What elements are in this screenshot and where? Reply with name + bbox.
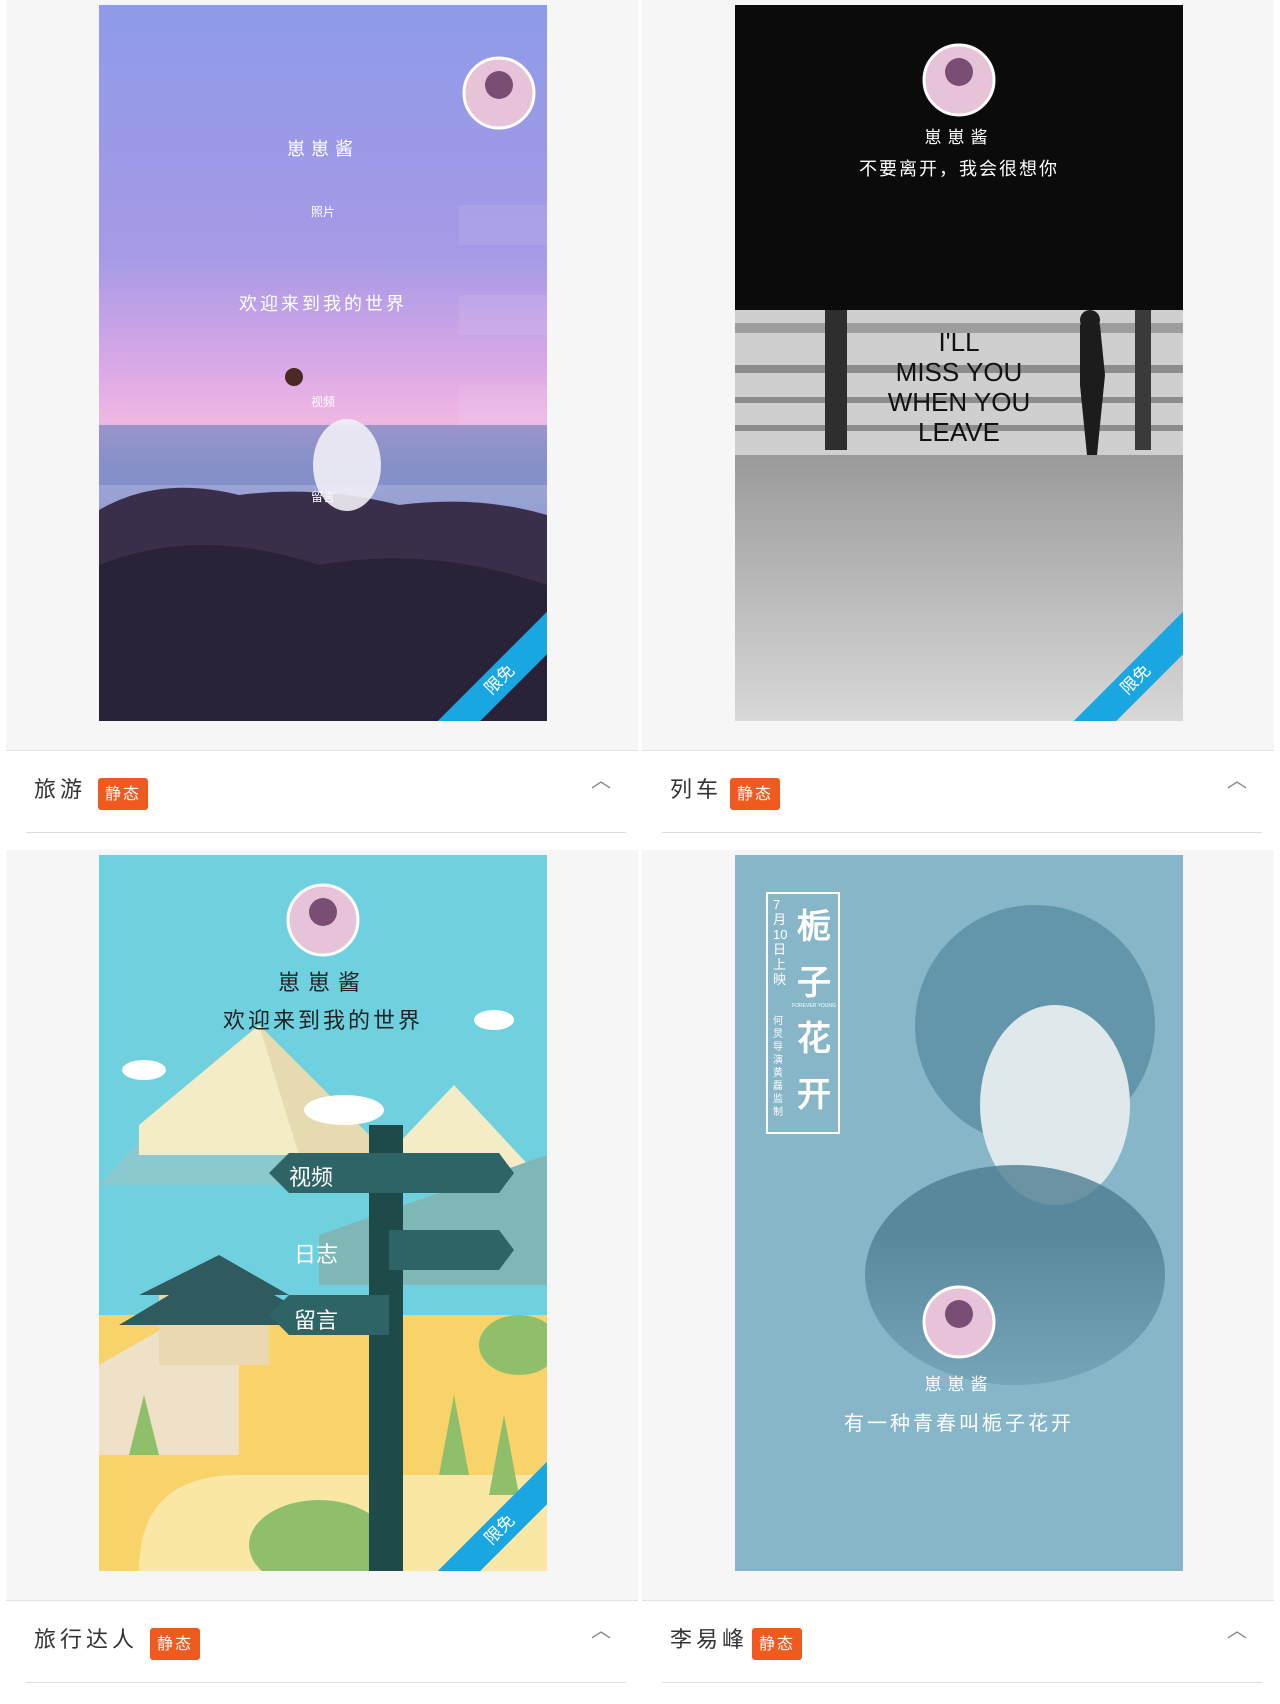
- theme-name: 列车: [670, 778, 723, 803]
- static-badge: 静态: [730, 778, 781, 810]
- chevron-up-icon[interactable]: ︿: [1222, 764, 1252, 792]
- travel-scene: [99, 5, 547, 721]
- theme-name: 李易峰: [670, 1628, 749, 1653]
- poster-line-4: LEAVE: [918, 417, 1000, 447]
- travel-illustration: [99, 855, 547, 1571]
- theme-preview-image[interactable]: 崽崽酱 不要离开，我会很想你 I'LL MISS YOU WHEN YOU LE…: [735, 5, 1183, 721]
- sign-videos[interactable]: 视频: [289, 1160, 333, 1192]
- poster-line-2: MISS YOU: [895, 357, 1023, 387]
- theme-card-travel[interactable]: 崽崽酱 照片 欢迎来到我的世界 视频 留言 限免 旅游 静态 ︿: [6, 0, 638, 848]
- theme-name: 旅游: [34, 778, 87, 803]
- card-footer: 旅游 静态 ︿: [26, 752, 626, 833]
- static-badge: 静态: [150, 1628, 201, 1660]
- username: 崽崽酱: [924, 1375, 994, 1395]
- theme-preview-image[interactable]: 崽崽酱 照片 欢迎来到我的世界 视频 留言 限免: [99, 5, 547, 721]
- username: 崽崽酱: [277, 971, 368, 996]
- menu-videos[interactable]: 视频: [99, 393, 547, 410]
- chevron-up-icon[interactable]: ︿: [586, 1614, 616, 1642]
- poster-title: 栀子花开: [797, 907, 831, 1115]
- subtitle: 有一种青春叫栀子花开: [844, 1411, 1074, 1435]
- card-footer: 旅行达人 静态 ︿: [26, 1602, 626, 1683]
- welcome-text: 欢迎来到我的世界: [222, 1009, 423, 1034]
- menu-messages[interactable]: 留言: [99, 488, 547, 505]
- theme-name: 旅行达人: [34, 1628, 139, 1653]
- username: 崽崽酱: [924, 128, 994, 148]
- poster-en: FOREVER YOUNG: [792, 1003, 836, 1009]
- poster-date: 7月10日上映: [773, 897, 788, 987]
- welcome-text: 欢迎来到我的世界: [239, 294, 407, 315]
- card-footer: 李易峰 静态 ︿: [662, 1602, 1262, 1683]
- chevron-up-icon[interactable]: ︿: [1222, 1614, 1252, 1642]
- static-badge: 静态: [752, 1628, 803, 1660]
- poster-line-3: WHEN YOU: [887, 387, 1031, 417]
- theme-card-traveler[interactable]: 崽崽酱 欢迎来到我的世界 视频 日志 留言 限免 旅行达人 静态 ︿: [6, 850, 638, 1698]
- sign-messages[interactable]: 留言: [294, 1303, 338, 1335]
- subtitle: 不要离开，我会很想你: [859, 159, 1059, 180]
- poster-line-1: I'LL: [938, 327, 980, 357]
- static-badge: 静态: [98, 778, 149, 810]
- username: 崽崽酱: [287, 139, 359, 160]
- menu-photos[interactable]: 照片: [99, 203, 547, 220]
- theme-card-li-yifeng[interactable]: 7月10日上映 何炅 导演 黄磊 监制 栀子花开 FOREVER YOUNG 崽…: [642, 850, 1274, 1698]
- card-footer: 列车 静态 ︿: [662, 752, 1262, 833]
- theme-preview-image[interactable]: 崽崽酱 欢迎来到我的世界 视频 日志 留言 限免: [99, 855, 547, 1571]
- poster-names: 何炅 导演 黄磊 监制: [773, 1016, 783, 1118]
- sign-journal[interactable]: 日志: [294, 1237, 338, 1269]
- theme-preview-image[interactable]: 7月10日上映 何炅 导演 黄磊 监制 栀子花开 FOREVER YOUNG 崽…: [735, 855, 1183, 1571]
- chevron-up-icon[interactable]: ︿: [586, 764, 616, 792]
- theme-card-train[interactable]: 崽崽酱 不要离开，我会很想你 I'LL MISS YOU WHEN YOU LE…: [642, 0, 1274, 848]
